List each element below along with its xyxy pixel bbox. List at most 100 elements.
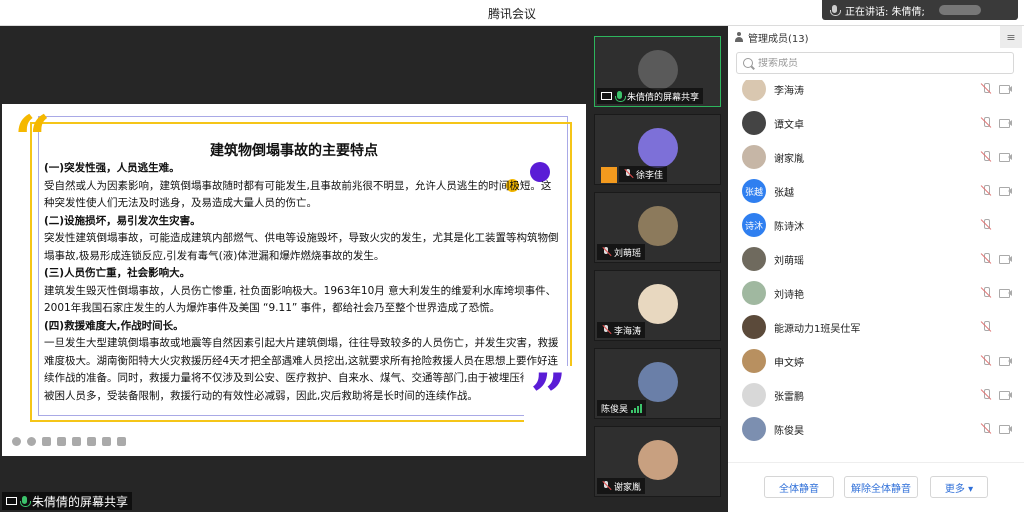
tile-name: 徐李佳 [636, 170, 664, 181]
camera-off-icon[interactable] [999, 390, 1012, 400]
microphone-icon [20, 495, 31, 507]
member-name: 张雷鹏 [774, 392, 804, 403]
slide-paragraph: (三)人员伤亡重，社会影响大。 [44, 267, 191, 279]
unmute-all-button[interactable]: 解除全体静音 [844, 476, 918, 498]
member-row[interactable]: 申文婷 [728, 344, 1024, 378]
camera-off-icon[interactable] [999, 288, 1012, 298]
search-input[interactable] [758, 57, 998, 69]
mic-muted-icon[interactable] [980, 423, 992, 435]
member-row[interactable]: 刘诗艳 [728, 276, 1024, 310]
mic-muted-icon[interactable] [980, 253, 992, 265]
member-name: 刘萌瑶 [774, 256, 804, 267]
blurred-avatar [938, 5, 981, 15]
slide-paragraph: (一)突发性强，人员逃生难。 [44, 162, 180, 174]
camera-off-icon[interactable] [999, 84, 1012, 94]
member-row[interactable]: 张越 张越 [728, 174, 1024, 208]
avatar [638, 50, 678, 90]
prev-slide-icon[interactable] [12, 436, 21, 446]
mic-muted-icon[interactable] [980, 389, 992, 401]
camera-off-icon[interactable] [999, 118, 1012, 128]
mic-muted-icon[interactable] [980, 321, 992, 333]
eraser-icon[interactable] [57, 436, 66, 446]
video-tile[interactable]: 徐李佳 [594, 114, 721, 185]
panel-header: 管理成员(13) [728, 26, 1024, 48]
avatar: 张越 [742, 179, 766, 203]
pen-icon[interactable] [42, 436, 51, 446]
member-row[interactable]: 谢家胤 [728, 140, 1024, 174]
member-row[interactable]: 陈俊昊 [728, 412, 1024, 446]
member-search[interactable] [736, 52, 1014, 74]
avatar [638, 128, 678, 168]
camera-off-icon[interactable] [999, 152, 1012, 162]
members-panel: 管理成员(13) ≡ 李海涛谭文卓谢家胤张越张越诗沐陈诗沐刘萌瑶刘诗艳能源动力1… [728, 26, 1024, 512]
close-quote-icon: ” [530, 360, 567, 435]
mic-muted-icon[interactable] [980, 151, 992, 163]
member-row[interactable]: 诗沐 陈诗沐 [728, 208, 1024, 242]
slide-body: (一)突发性强，人员逃生难。 受自然或人为因素影响，建筑倒塌事故随时都有可能发生… [44, 160, 559, 405]
tile-name-label: 李海涛 [597, 322, 646, 338]
avatar [742, 111, 766, 135]
camera-off-icon[interactable] [999, 356, 1012, 366]
screen-share-stage[interactable]: “ 建筑物倒塌事故的主要特点 (一)突发性强，人员逃生难。 受自然或人为因素影响… [0, 26, 588, 512]
video-tile[interactable]: 刘萌瑶 [594, 192, 721, 263]
member-row[interactable]: 谭文卓 [728, 106, 1024, 140]
tile-name-label: 陈俊昊 [597, 400, 647, 416]
more-button[interactable]: 更多 ▾ [930, 476, 988, 498]
member-name: 申文婷 [774, 358, 804, 369]
avatar [742, 383, 766, 407]
grid-icon[interactable] [102, 436, 111, 446]
signal-bars-icon [631, 403, 643, 413]
avatar [638, 206, 678, 246]
tile-name: 陈俊昊 [601, 404, 629, 415]
tile-name-label: 谢家胤 [597, 478, 646, 494]
mic-muted-icon[interactable] [980, 117, 992, 129]
screen-share-label: 朱倩倩的屏幕共享 [2, 492, 133, 510]
search-icon [743, 58, 753, 68]
mic-muted-icon[interactable] [980, 83, 992, 95]
slide-paragraph: (二)设施损坏，易引发次生灾害。 [44, 214, 201, 227]
sharer-name: 朱倩倩的屏幕共享 [32, 494, 129, 509]
shared-slide: “ 建筑物倒塌事故的主要特点 (一)突发性强，人员逃生难。 受自然或人为因素影响… [2, 104, 586, 456]
screen-share-icon [6, 497, 17, 505]
target-icon[interactable] [72, 436, 81, 446]
slide-paragraph: 突发性建筑倒塌事故，可能造成建筑内部燃气、供电等设施毁坏，导致火灾的发生，尤其是… [44, 232, 559, 262]
video-tile[interactable]: 陈俊昊 [594, 348, 721, 419]
play-icon[interactable] [27, 436, 36, 446]
more-icon[interactable] [117, 436, 126, 446]
mic-muted-icon [601, 325, 611, 335]
tile-name: 刘萌瑶 [614, 248, 642, 259]
camera-icon[interactable] [87, 436, 96, 446]
mute-all-button[interactable]: 全体静音 [764, 476, 834, 498]
slide-toolbar [12, 434, 126, 448]
mic-muted-icon[interactable] [980, 219, 992, 231]
close-quote-box: ” [524, 366, 580, 430]
member-row[interactable]: 能源动力1班吴仕军 [728, 310, 1024, 344]
video-tile[interactable]: 李海涛 [594, 270, 721, 341]
slide-paragraph: 受自然或人为因素影响，建筑倒塌事故随时都有可能发生,且事故前兆很不明显，允许人员… [44, 179, 552, 210]
tile-name-label: 刘萌瑶 [597, 244, 646, 260]
member-row[interactable]: 张雷鹏 [728, 378, 1024, 412]
tile-name: 谢家胤 [614, 482, 642, 493]
avatar [742, 80, 766, 101]
mic-muted-icon[interactable] [980, 287, 992, 299]
microphone-icon [615, 90, 626, 102]
camera-off-icon[interactable] [999, 254, 1012, 264]
member-name: 谭文卓 [774, 120, 804, 131]
video-tile[interactable]: 谢家胤 [594, 426, 721, 497]
avatar [638, 362, 678, 402]
avatar [742, 417, 766, 441]
tile-name: 朱倩倩的屏幕共享 [627, 92, 700, 103]
mic-muted-icon[interactable] [980, 185, 992, 197]
member-name: 刘诗艳 [774, 290, 804, 301]
tile-name: 李海涛 [614, 326, 642, 337]
camera-off-icon[interactable] [999, 424, 1012, 434]
avatar [742, 349, 766, 373]
camera-off-icon[interactable] [999, 186, 1012, 196]
member-row[interactable]: 刘萌瑶 [728, 242, 1024, 276]
hamburger-menu-button[interactable]: ≡ [1000, 26, 1022, 48]
slide-paragraph: 建筑发生毁灭性倒塌事故，人员伤亡惨重, 社负面影响极大。1963年10月 意大利… [44, 284, 557, 315]
member-name: 陈俊昊 [774, 426, 804, 437]
video-tile[interactable]: 朱倩倩的屏幕共享 [594, 36, 721, 107]
member-row[interactable]: 李海涛 [728, 80, 1024, 106]
mic-muted-icon[interactable] [980, 355, 992, 367]
